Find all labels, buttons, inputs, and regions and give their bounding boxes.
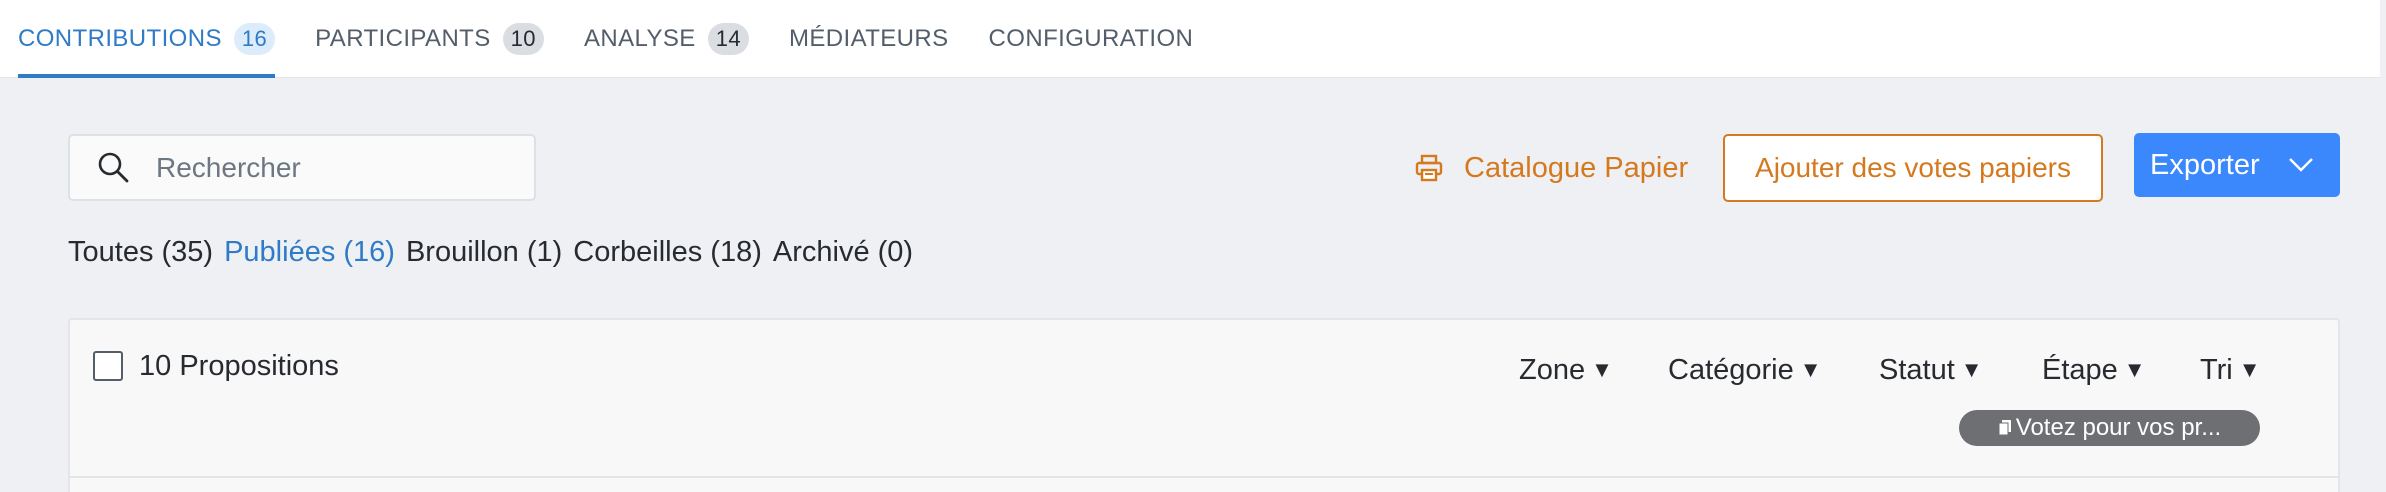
tab-contributions[interactable]: CONTRIBUTIONS 16 [18,0,276,78]
category-dropdown[interactable]: Catégorie ▼ [1668,350,1822,390]
divider [70,476,2338,478]
search-box [68,134,536,201]
document-icon [1998,420,2011,436]
zone-dropdown-label: Zone [1519,353,1586,386]
add-paper-votes-button[interactable]: Ajouter des votes papiers [1723,134,2103,202]
sort-dropdown-label: Tri [2200,353,2233,386]
tab-label: CONFIGURATION [988,25,1194,52]
catalogue-papier-link[interactable]: Catalogue Papier [1414,144,1688,192]
chevron-down-icon [2288,158,2313,172]
status-filters: Toutes (35) Publiées (16) Brouillon (1) … [68,232,924,272]
tab-count-badge: 10 [502,23,544,55]
step-dropdown[interactable]: Étape ▼ [2042,350,2146,390]
tab-count-badge: 14 [707,23,749,55]
category-dropdown-label: Catégorie [1668,353,1794,386]
zone-dropdown[interactable]: Zone ▼ [1519,350,1613,390]
caret-down-icon: ▼ [2238,357,2261,382]
filter-trash[interactable]: Corbeilles (18) [573,236,762,269]
caret-down-icon: ▼ [1960,357,1983,382]
filter-published[interactable]: Publiées (16) [224,236,395,269]
tab-participants[interactable]: PARTICIPANTS 10 [315,0,544,78]
step-filter-chip[interactable]: Votez pour vos pr... [1959,410,2260,446]
sort-dropdown[interactable]: Tri ▼ [2200,350,2261,390]
select-all-checkbox[interactable] [93,351,123,381]
caret-down-icon: ▼ [1799,357,1822,382]
tab-label: PARTICIPANTS [315,25,491,52]
status-dropdown-label: Statut [1879,353,1955,386]
chip-label: Votez pour vos pr... [2015,414,2222,441]
caret-down-icon: ▼ [1591,357,1613,382]
tab-mediateurs[interactable]: MÉDIATEURS [789,0,949,78]
tab-label: MÉDIATEURS [788,25,949,52]
tabs: CONTRIBUTIONS 16 PARTICIPANTS 10 ANALYSE… [18,0,1233,78]
printer-icon [1415,154,1443,182]
export-button[interactable]: Exporter [2134,133,2340,197]
export-label: Exporter [2150,148,2260,181]
tab-label: ANALYSE [583,25,696,52]
proposals-count: 10 Propositions [139,350,339,382]
search-icon [98,152,129,182]
filter-archived[interactable]: Archivé (0) [773,236,913,269]
tab-label: CONTRIBUTIONS [18,25,222,52]
proposals-panel: 10 Propositions Zone ▼ Catégorie ▼ Statu… [68,318,2340,492]
tab-analyse[interactable]: ANALYSE 14 [584,0,749,78]
step-dropdown-label: Étape [2042,353,2118,386]
filter-all[interactable]: Toutes (35) [68,236,213,269]
search-input[interactable] [156,151,516,184]
tab-count-badge: 16 [233,23,276,55]
tab-configuration[interactable]: CONFIGURATION [989,0,1194,78]
add-paper-votes-label: Ajouter des votes papiers [1755,152,2071,183]
filter-draft[interactable]: Brouillon (1) [406,236,562,269]
status-dropdown[interactable]: Statut ▼ [1879,350,1983,390]
tab-bar: CONTRIBUTIONS 16 PARTICIPANTS 10 ANALYSE… [0,0,2380,78]
catalogue-label: Catalogue Papier [1464,151,1689,184]
caret-down-icon: ▼ [2123,357,2146,382]
